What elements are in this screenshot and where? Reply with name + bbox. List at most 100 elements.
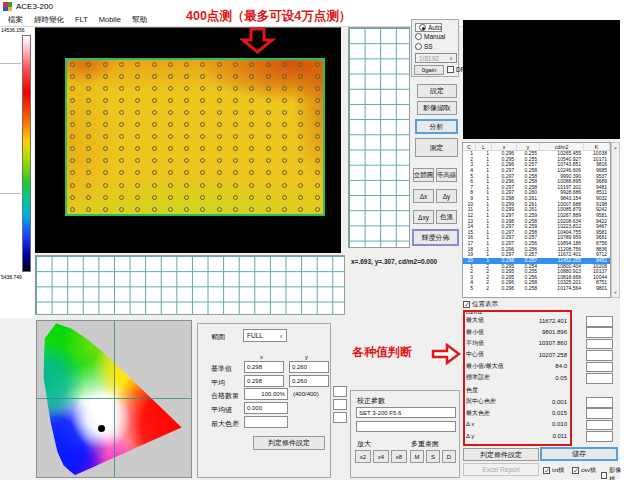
measure-point <box>152 183 157 188</box>
average-y-field[interactable]: 0.260 <box>289 375 329 387</box>
measure-point <box>315 170 320 175</box>
col-header-C[interactable]: C <box>463 143 476 150</box>
measure-point <box>233 86 238 91</box>
save-button[interactable]: 儲存 <box>540 447 618 461</box>
save-check-0[interactable]: ✓txt檔 <box>543 466 564 475</box>
maxdiff-indicator-box <box>333 412 347 423</box>
luminance-heatmap[interactable] <box>65 58 325 216</box>
measure-point <box>282 134 287 139</box>
measure-point <box>86 183 91 188</box>
position-display-checkbox[interactable]: ✓位置表示 <box>463 300 498 309</box>
gain-button[interactable]: 0gain <box>414 65 444 75</box>
average-value-field[interactable]: 0.000 <box>244 402 288 414</box>
measure-point <box>298 110 303 115</box>
zoom-label: 放大 <box>357 439 371 449</box>
mode-button-0-1[interactable]: 等高線 <box>436 168 457 182</box>
col-header-y[interactable]: y <box>517 143 540 150</box>
save-check-1[interactable]: ✓csv檔 <box>572 466 596 475</box>
col-header-K[interactable]: K <box>584 143 610 150</box>
menu-item-1[interactable]: 經時變化 <box>34 15 64 25</box>
radio-ss[interactable]: SS <box>415 43 433 50</box>
measure-point <box>152 98 157 103</box>
scroll-down-icon[interactable]: ▼ <box>612 290 619 295</box>
measure-point <box>298 122 303 127</box>
measure-point <box>298 146 303 151</box>
measure-point <box>70 98 75 103</box>
mode-button-1-0[interactable]: Δx <box>413 189 434 203</box>
annotation-down-arrow <box>240 27 276 54</box>
zoom-x8-button[interactable]: x8 <box>391 450 407 463</box>
measure-point <box>233 195 238 200</box>
calibration-set-field[interactable]: SET 3-200 F5.6 <box>356 407 456 418</box>
mode-button-0-0[interactable]: 立體圖 <box>413 168 434 182</box>
judge-condition-button[interactable]: 判定條件設定 <box>253 436 325 450</box>
scroll-up-icon[interactable]: ▲ <box>612 145 619 150</box>
measure-point <box>168 74 173 79</box>
measure-point <box>282 170 287 175</box>
menu-item-4[interactable]: 幫助 <box>132 15 147 25</box>
table-row[interactable]: 520.2960.25810174.5649801 <box>463 286 610 292</box>
menu-item-2[interactable]: FLT <box>75 15 88 24</box>
mode-button-1-1[interactable]: Δy <box>436 189 457 203</box>
measure-point <box>249 74 254 79</box>
col-header-cd/m2[interactable]: cd/m2 <box>540 143 584 150</box>
pass-percent-field[interactable]: 100.00% <box>244 388 288 400</box>
settings-button[interactable]: 設定 <box>417 84 457 98</box>
mode-button-2-0[interactable]: Δxy <box>413 210 434 224</box>
multi-S-button[interactable]: S <box>426 450 440 463</box>
table-scrollbar[interactable]: ▲▼ <box>611 142 620 298</box>
measure-point <box>184 183 189 188</box>
range-select[interactable]: FULL∨ <box>243 329 287 342</box>
scale-max-label: 14536.156 <box>1 27 25 33</box>
reference-x-field[interactable]: 0.298 <box>244 361 284 373</box>
radio-manual[interactable]: Manual <box>415 33 445 40</box>
col-header-L[interactable]: L <box>476 143 492 150</box>
measure-point <box>103 183 108 188</box>
measure-point <box>217 146 222 151</box>
judgement-box <box>586 316 613 327</box>
measurement-image-canvas[interactable] <box>35 27 341 253</box>
average-value-label: 平均値 <box>211 405 232 415</box>
measure-point <box>298 134 303 139</box>
measure-point <box>103 86 108 91</box>
measure-point <box>266 74 271 79</box>
measure-point <box>200 146 205 151</box>
measure-point <box>184 74 189 79</box>
measure-point <box>119 170 124 175</box>
measure-point <box>200 207 205 212</box>
analyze-button[interactable]: 分析 <box>415 119 458 134</box>
measurement-table[interactable]: CLxycd/m2K 110.2960.25510265.45510038210… <box>462 142 611 298</box>
calibration-empty-field[interactable] <box>356 421 456 432</box>
measure-point <box>70 183 75 188</box>
measure-point <box>86 207 91 212</box>
measure-point <box>315 134 320 139</box>
multi-D-button[interactable]: D <box>442 450 456 463</box>
measure-point <box>168 110 173 115</box>
mode-button-2-1[interactable]: 色溫 <box>436 210 457 224</box>
multi-M-button[interactable]: M <box>410 450 424 463</box>
excel-report-button[interactable]: Excel Report <box>463 463 539 476</box>
col-header-x[interactable]: x <box>492 143 517 150</box>
zoom-x2-button[interactable]: x2 <box>355 450 371 463</box>
average-x-field[interactable]: 0.298 <box>244 375 284 387</box>
judgement-box <box>586 420 613 431</box>
zoom-x4-button[interactable]: x4 <box>373 450 389 463</box>
menu-item-3[interactable]: Mobile <box>99 15 121 24</box>
annotation-values-note: 各种值判断 <box>352 344 412 361</box>
pass-count-label: 合格數量 <box>211 391 239 401</box>
measure-point <box>266 86 271 91</box>
max-colordiff-field[interactable] <box>244 416 288 428</box>
judge-condition-button-2[interactable]: 判定條件設定 <box>463 448 539 461</box>
measure-button[interactable]: 測定 <box>415 138 458 157</box>
measure-point <box>249 86 254 91</box>
reference-y-field[interactable]: 0.260 <box>289 361 329 373</box>
measure-point <box>184 62 189 67</box>
image-capture-button[interactable]: 影像擷取 <box>417 101 457 115</box>
luminance-distribution-button[interactable]: 輝度分佈 <box>412 229 459 246</box>
exposure-select[interactable]: 1/8192∨ <box>415 53 457 63</box>
save-check-2[interactable]: 影像檔 <box>601 466 624 480</box>
menu-item-0[interactable]: 檔案 <box>8 15 23 25</box>
radio-auto[interactable]: Auto <box>415 23 442 32</box>
measure-point <box>103 122 108 127</box>
measure-point <box>249 170 254 175</box>
